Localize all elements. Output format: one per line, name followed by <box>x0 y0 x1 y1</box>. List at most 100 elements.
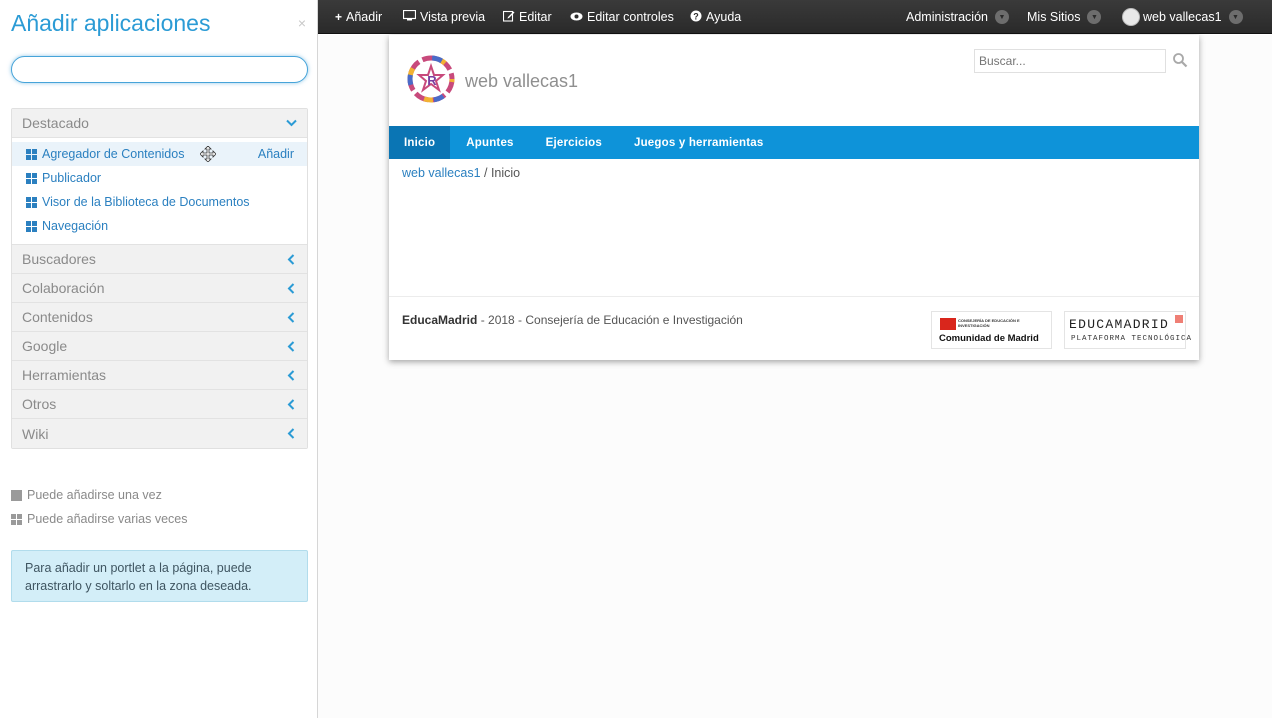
breadcrumb-current: Inicio <box>490 166 521 180</box>
user-name: web vallecas1 <box>1143 10 1222 24</box>
main-area: R web vallecas1 Inicio Apuntes Ejercicio… <box>318 35 1272 718</box>
my-sites-menu[interactable]: Mis Sitios ▼ <box>1027 0 1102 34</box>
chevron-left-icon <box>285 340 297 352</box>
breadcrumb-separator: / <box>480 166 491 180</box>
legend-once: Puede añadirse una vez <box>11 483 188 507</box>
add-applications-panel: Añadir aplicaciones × Destacado Agregado… <box>0 0 318 718</box>
chevron-left-icon <box>285 282 297 294</box>
site-search-input[interactable] <box>974 49 1166 73</box>
comunidad-madrid-logo[interactable]: CONSEJERÍA DE EDUCACIÓN E INVESTIGACIÓN … <box>931 311 1052 349</box>
nav-item-ejercicios[interactable]: Ejercicios <box>530 126 618 159</box>
category-colaboracion[interactable]: Colaboración <box>12 274 307 303</box>
add-label: Añadir <box>346 10 383 24</box>
panel-title: Añadir aplicaciones <box>11 10 211 36</box>
educamadrid-logo[interactable]: EDUCAMADRID PLATAFORMA TECNOLÓGICA <box>1064 311 1191 349</box>
site-navigation: Inicio Apuntes Ejercicios Juegos y herra… <box>389 126 1199 159</box>
user-menu[interactable]: web vallecas1 ▼ <box>1122 0 1243 34</box>
footer-brand: EducaMadrid <box>402 313 478 327</box>
caret-down-icon: ▼ <box>1228 10 1243 24</box>
caret-down-icon: ▼ <box>1087 10 1102 24</box>
logo-cm-small: CONSEJERÍA DE EDUCACIÓN E INVESTIGACIÓN <box>958 318 1020 328</box>
preview-label: Vista previa <box>420 10 486 24</box>
edit-button[interactable]: Editar <box>502 0 552 34</box>
app-label: Publicador <box>42 171 102 185</box>
legend-label: Puede añadirse una vez <box>27 488 162 502</box>
site-name[interactable]: web vallecas1 <box>465 71 578 92</box>
nav-item-inicio[interactable]: Inicio <box>389 126 451 159</box>
move-cursor-icon <box>200 146 216 162</box>
category-wiki[interactable]: Wiki <box>12 419 307 448</box>
category-destacado-body: Agregador de Contenidos Añadir Publicado… <box>12 138 307 245</box>
eye-icon <box>570 10 583 24</box>
add-button[interactable]: + Añadir <box>335 0 382 34</box>
info-message: Para añadir un portlet a la página, pued… <box>11 550 308 602</box>
flag-icon <box>940 318 956 330</box>
app-item-publicador[interactable]: Publicador <box>12 166 307 190</box>
category-otros[interactable]: Otros <box>12 390 307 419</box>
site-page: R web vallecas1 Inicio Apuntes Ejercicio… <box>389 35 1199 360</box>
app-item-navegacion[interactable]: Navegación <box>12 214 307 238</box>
edit-controls-button[interactable]: Editar controles <box>570 0 674 34</box>
logo-em-sub: PLATAFORMA TECNOLÓGICA <box>1071 335 1193 343</box>
footer-rest: - 2018 - Consejería de Educación e Inves… <box>477 313 743 327</box>
legend-many: Puede añadirse varias veces <box>11 507 188 531</box>
multi-instance-icon <box>26 172 37 184</box>
category-label: Contenidos <box>22 309 93 325</box>
svg-text:R: R <box>427 73 437 88</box>
category-label: Google <box>22 338 68 354</box>
breadcrumb-link[interactable]: web vallecas1 <box>402 166 481 180</box>
nav-item-juegos[interactable]: Juegos y herramientas <box>618 126 779 159</box>
footer-text: EducaMadrid - 2018 - Consejería de Educa… <box>402 313 743 327</box>
app-item-agregador[interactable]: Agregador de Contenidos Añadir <box>12 142 307 166</box>
search-icon[interactable] <box>1172 52 1188 68</box>
app-label: Agregador de Contenidos <box>42 147 185 161</box>
nav-item-apuntes[interactable]: Apuntes <box>450 126 529 159</box>
admin-label: Administración <box>906 10 988 24</box>
multi-instance-icon <box>26 220 37 232</box>
category-label: Otros <box>22 396 57 412</box>
category-list: Destacado Agregador de Contenidos Añadir… <box>11 108 308 449</box>
close-icon[interactable]: × <box>298 15 306 31</box>
app-label: Navegación <box>42 219 109 233</box>
legend-label: Puede añadirse varias veces <box>27 512 188 526</box>
edit-icon <box>502 10 515 25</box>
search-input[interactable] <box>11 56 308 83</box>
multi-instance-icon <box>26 196 37 208</box>
help-icon: ? <box>690 10 702 25</box>
app-item-visor-biblioteca[interactable]: Visor de la Biblioteca de Documentos <box>12 190 307 214</box>
logo-em-name: EDUCAMADRID <box>1069 317 1170 332</box>
site-logo-icon[interactable]: R <box>405 53 457 105</box>
category-label: Buscadores <box>22 251 96 267</box>
chevron-left-icon <box>285 369 297 381</box>
legend: Puede añadirse una vez Puede añadirse va… <box>11 483 188 531</box>
multi-instance-icon <box>11 513 22 525</box>
category-label: Colaboración <box>22 280 105 296</box>
category-label: Wiki <box>22 425 49 442</box>
category-label: Herramientas <box>22 367 107 383</box>
category-herramientas[interactable]: Herramientas <box>12 361 307 390</box>
logo-cm-name: Comunidad de Madrid <box>939 333 1039 344</box>
monitor-icon <box>402 9 417 24</box>
chevron-left-icon <box>285 398 297 410</box>
my-sites-label: Mis Sitios <box>1027 10 1081 24</box>
chevron-left-icon <box>285 428 297 439</box>
dockbar: + Añadir Vista previa Editar Editar cont… <box>318 0 1272 34</box>
category-contenidos[interactable]: Contenidos <box>12 303 307 332</box>
chevron-left-icon <box>285 311 297 323</box>
help-button[interactable]: ? Ayuda <box>690 0 741 34</box>
svg-text:?: ? <box>693 11 699 21</box>
category-destacado[interactable]: Destacado <box>12 109 307 138</box>
category-label: Destacado <box>22 115 89 131</box>
site-footer: EducaMadrid - 2018 - Consejería de Educa… <box>389 296 1199 360</box>
help-label: Ayuda <box>706 10 742 24</box>
chevron-left-icon <box>285 253 297 265</box>
add-app-button[interactable]: Añadir <box>258 147 294 161</box>
administration-menu[interactable]: Administración ▼ <box>906 0 1009 34</box>
category-google[interactable]: Google <box>12 332 307 361</box>
logo-em-mark <box>1175 315 1183 323</box>
preview-button[interactable]: Vista previa <box>402 0 486 34</box>
category-buscadores[interactable]: Buscadores <box>12 245 307 274</box>
edit-label: Editar <box>519 10 552 24</box>
app-label: Visor de la Biblioteca de Documentos <box>42 195 250 209</box>
breadcrumb: web vallecas1 / Inicio <box>402 166 520 180</box>
